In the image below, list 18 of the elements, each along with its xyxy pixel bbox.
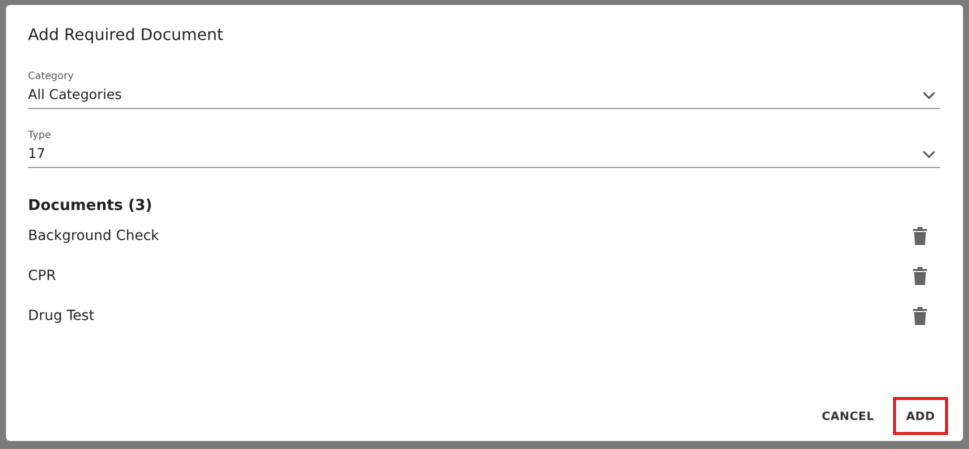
dialog-button[interactable]: CANCEL <box>808 397 888 435</box>
field-label: Type <box>28 130 52 143</box>
select-field[interactable]: Category All Categories <box>28 71 940 109</box>
select-field[interactable]: Type 17 <box>28 130 940 168</box>
document-name: CPR <box>28 268 56 284</box>
chevron-down-icon <box>922 90 936 100</box>
trash-icon[interactable] <box>913 267 927 285</box>
section-heading: Documents (3) <box>28 196 154 216</box>
trash-icon[interactable] <box>913 227 927 245</box>
trash-icon[interactable] <box>913 307 927 325</box>
field-value: All Categories <box>28 87 122 103</box>
chevron-down-icon <box>922 150 936 158</box>
dialog-button[interactable]: ADD <box>893 397 948 435</box>
document-name: Drug Test <box>28 308 94 324</box>
document-name: Background Check <box>28 228 160 244</box>
field-label: Category <box>28 71 75 84</box>
dialog-title: Add Required Document <box>28 25 224 46</box>
field-value: 17 <box>28 146 46 162</box>
